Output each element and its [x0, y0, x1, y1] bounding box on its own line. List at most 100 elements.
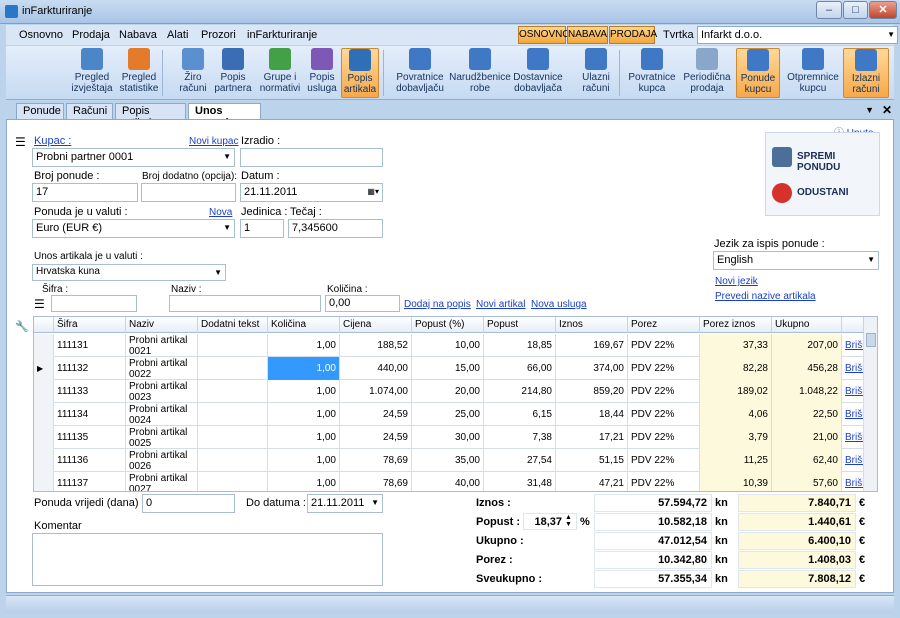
cell-kolicina[interactable]: 1,00: [268, 334, 340, 357]
menu-prozori[interactable]: Prozori: [201, 29, 236, 41]
ribbon-button-services[interactable]: Popis usluga: [304, 48, 340, 98]
cell-popust-pct[interactable]: 10,00: [412, 334, 484, 357]
izradio-input[interactable]: [240, 148, 383, 167]
cell-iznos[interactable]: 17,21: [556, 426, 628, 449]
cell-ukupno[interactable]: 207,00: [772, 334, 842, 357]
cell-sifra[interactable]: 111132: [54, 357, 126, 380]
cell-porez-iznos[interactable]: 10,39: [700, 472, 772, 491]
ribbon-button-incoming-invoice[interactable]: Ulazni računi: [573, 48, 619, 98]
cell-dodatni[interactable]: [198, 380, 268, 403]
cell-porez[interactable]: PDV 22%: [628, 472, 700, 491]
tab-unos-ponude[interactable]: Unos ponude: [188, 103, 261, 129]
cell-sifra[interactable]: 111133: [54, 380, 126, 403]
cell-kolicina[interactable]: 1,00: [268, 357, 340, 380]
cell-porez[interactable]: PDV 22%: [628, 357, 700, 380]
ribbon-button-offer[interactable]: Ponude kupcu: [736, 48, 780, 98]
cell-ukupno[interactable]: 456,28: [772, 357, 842, 380]
vrijedi-input[interactable]: 0: [142, 494, 235, 513]
cell-porez-iznos[interactable]: 82,28: [700, 357, 772, 380]
komentar-textarea[interactable]: [32, 533, 383, 586]
sifra-input[interactable]: [51, 295, 137, 312]
ribbon-button-clock[interactable]: Periodična prodaja: [682, 48, 732, 98]
cell-cijena[interactable]: 1.074,00: [340, 380, 412, 403]
cell-iznos[interactable]: 18,44: [556, 403, 628, 426]
cell-naziv[interactable]: Probni artikal 0023: [126, 380, 198, 403]
cell-naziv[interactable]: Probni artikal 0022: [126, 357, 198, 380]
column-header[interactable]: Ukupno: [772, 317, 842, 333]
column-header[interactable]: Porez iznos: [700, 317, 772, 333]
column-header[interactable]: [842, 317, 864, 333]
cell-popust[interactable]: 27,54: [484, 449, 556, 472]
current-row-indicator[interactable]: ▶: [34, 357, 54, 380]
cell-sifra[interactable]: 111134: [54, 403, 126, 426]
cell-porez[interactable]: PDV 22%: [628, 334, 700, 357]
table-row[interactable]: 111136 Probni artikal 0026 1,00 78,69 35,00 27…: [34, 449, 864, 472]
cell-porez[interactable]: PDV 22%: [628, 380, 700, 403]
delete-row-link[interactable]: Briši: [842, 403, 864, 426]
odustani-button[interactable]: ODUSTANI: [770, 179, 878, 209]
row-header[interactable]: [34, 403, 54, 426]
spinner-icon[interactable]: ▲ ▼: [565, 514, 572, 528]
ribbon-button-articles[interactable]: Popis artikala: [341, 48, 379, 98]
broj-dodatno-input[interactable]: [141, 183, 236, 202]
cell-kolicina[interactable]: 1,00: [268, 380, 340, 403]
dodaj-na-popis-link[interactable]: Dodaj na popis: [404, 299, 471, 310]
cell-sifra[interactable]: 111137: [54, 472, 126, 491]
ribbon-button-report[interactable]: Pregled izvještaja: [68, 48, 116, 98]
cell-kolicina[interactable]: 1,00: [268, 449, 340, 472]
spremi-ponudu-button[interactable]: SPREMI PONUDU: [770, 143, 878, 173]
delete-row-link[interactable]: Briši: [842, 380, 864, 403]
maximize-button[interactable]: □: [843, 1, 868, 19]
cell-sifra[interactable]: 111135: [54, 426, 126, 449]
cell-porez-iznos[interactable]: 37,33: [700, 334, 772, 357]
cell-iznos[interactable]: 374,00: [556, 357, 628, 380]
column-header[interactable]: Količina: [268, 317, 340, 333]
cell-dodatni[interactable]: [198, 403, 268, 426]
cell-iznos[interactable]: 169,67: [556, 334, 628, 357]
novi-artikal-link[interactable]: Novi artikal: [476, 299, 525, 310]
cell-popust[interactable]: 18,85: [484, 334, 556, 357]
cell-porez-iznos[interactable]: 4,06: [700, 403, 772, 426]
table-row[interactable]: 111135 Probni artikal 0025 1,00 24,59 30,00 7,…: [34, 426, 864, 449]
cell-kolicina[interactable]: 1,00: [268, 472, 340, 491]
cell-ukupno[interactable]: 62,40: [772, 449, 842, 472]
scrollbar-thumb[interactable]: [866, 333, 876, 347]
cell-naziv[interactable]: Probni artikal 0021: [126, 334, 198, 357]
menu-alati[interactable]: Alati: [167, 29, 188, 41]
cell-ukupno[interactable]: 21,00: [772, 426, 842, 449]
tab-ponude[interactable]: Ponude: [16, 103, 64, 119]
ribbon-button-bank[interactable]: Žiro računi: [174, 48, 212, 98]
cell-popust-pct[interactable]: 20,00: [412, 380, 484, 403]
cell-porez[interactable]: PDV 22%: [628, 426, 700, 449]
prevedi-nazive-link[interactable]: Prevedi nazive artikala: [715, 291, 816, 302]
cell-popust-pct[interactable]: 30,00: [412, 426, 484, 449]
cell-cijena[interactable]: 24,59: [340, 403, 412, 426]
kolicina-input[interactable]: 0,00: [325, 295, 400, 312]
cell-dodatni[interactable]: [198, 426, 268, 449]
cell-porez[interactable]: PDV 22%: [628, 449, 700, 472]
column-header[interactable]: Cijena: [340, 317, 412, 333]
ribbon-button-groups[interactable]: Grupe i normativi: [256, 48, 304, 98]
menu-osnovno[interactable]: Osnovno: [19, 29, 63, 41]
cell-naziv[interactable]: Probni artikal 0027: [126, 472, 198, 491]
cell-cijena[interactable]: 188,52: [340, 334, 412, 357]
cell-naziv[interactable]: Probni artikal 0026: [126, 449, 198, 472]
novi-kupac-link[interactable]: Novi kupac: [189, 136, 238, 147]
list-icon[interactable]: ☰: [15, 135, 26, 149]
cell-popust[interactable]: 66,00: [484, 357, 556, 380]
novi-jezik-link[interactable]: Novi jezik: [715, 276, 758, 287]
cell-sifra[interactable]: 111131: [54, 334, 126, 357]
ribbon-button-dispatch[interactable]: Otpremnice kupcu: [785, 48, 841, 98]
cell-kolicina[interactable]: 1,00: [268, 403, 340, 426]
ribbon-button-chart[interactable]: Pregled statistike: [115, 48, 163, 98]
menu-infarkturiranje[interactable]: inFarkturiranje: [247, 29, 317, 41]
delete-row-link[interactable]: Briši: [842, 357, 864, 380]
delete-row-link[interactable]: Briši: [842, 472, 864, 491]
cell-popust-pct[interactable]: 15,00: [412, 357, 484, 380]
cell-kolicina[interactable]: 1,00: [268, 426, 340, 449]
ribbon-button-partners[interactable]: Popis partnera: [212, 48, 254, 98]
list-icon[interactable]: ☰: [34, 297, 45, 311]
tab-osnovno[interactable]: OSNOVNO: [518, 26, 570, 44]
wrench-icon[interactable]: 🔧: [15, 320, 29, 333]
cell-dodatni[interactable]: [198, 357, 268, 380]
